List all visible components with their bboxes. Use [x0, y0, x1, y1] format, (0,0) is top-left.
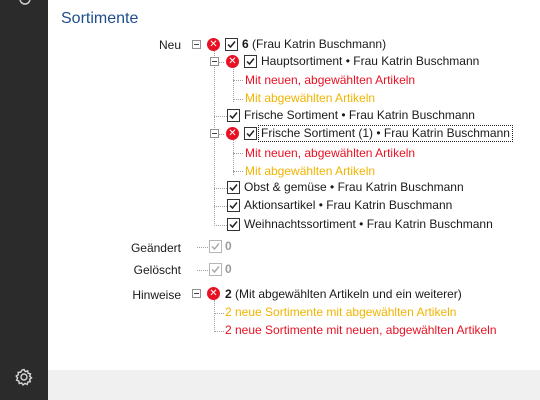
error-icon: ✕	[207, 38, 220, 51]
hinweise-count: 2	[225, 287, 232, 301]
neu-count: 6	[242, 37, 249, 51]
tree-line	[214, 300, 215, 332]
error-icon: ✕	[226, 127, 239, 140]
tree-leaf-haupt-new-deselected[interactable]: Mit neuen, abgewählten Artikeln	[245, 73, 415, 88]
collapse-icon[interactable]	[192, 40, 201, 49]
tree-leaf-hinweis-1[interactable]: 2 neue Sortimente mit abgewählten Artike…	[225, 305, 456, 320]
group-label-hinweise: Hinweise	[132, 288, 181, 302]
tree-line	[214, 116, 227, 117]
tree-line	[214, 331, 224, 332]
tree-leaf-hinweis-2[interactable]: 2 neue Sortimente mit neuen, abgewählten…	[225, 323, 497, 338]
tree-leaf-frische1-deselected[interactable]: Mit abgewählten Artikeln	[245, 164, 375, 179]
tree-line	[214, 225, 227, 226]
tree-line	[214, 50, 215, 226]
error-icon: ✕	[207, 287, 220, 300]
hinweise-summary: (Mit abgewählten Artikeln und ein weiter…	[231, 287, 462, 301]
group-label-geloescht: Gelöscht	[133, 263, 181, 277]
geloescht-count: 0	[225, 262, 232, 276]
footer-bar	[48, 370, 540, 400]
tree-line	[233, 67, 234, 102]
tree-line	[214, 188, 227, 189]
tree-line	[233, 140, 234, 175]
group-label-geaendert: Geändert	[130, 241, 181, 255]
neu-summary: (Frau Katrin Buschmann)	[248, 37, 387, 51]
tree-node-weihnachtssortiment[interactable]: Weihnachtssortiment • Frau Katrin Buschm…	[244, 217, 493, 232]
geaendert-count: 0	[225, 239, 232, 253]
tree-node-hinweise[interactable]: 2 (Mit abgewählten Artikeln und ein weit…	[225, 287, 462, 302]
tree-line	[214, 313, 224, 314]
tree-node-frische-sortiment-1[interactable]: Frische Sortiment (1) • Frau Katrin Busc…	[258, 125, 513, 142]
tree-node-obst-gemuese[interactable]: Obst & gemüse • Frau Katrin Buschmann	[244, 180, 464, 195]
checkbox-neu[interactable]	[225, 38, 238, 51]
tree-leaf-haupt-deselected[interactable]: Mit abgewählten Artikeln	[245, 91, 375, 106]
tree-line	[233, 99, 243, 100]
gear-icon[interactable]	[14, 367, 34, 387]
tree-node-aktionsartikel[interactable]: Aktionsartikel • Frau Katrin Buschmann	[244, 198, 452, 213]
checkbox-aktionsartikel[interactable]	[227, 199, 240, 212]
tree-node-hauptsortiment[interactable]: Hauptsortiment • Frau Katrin Buschmann	[261, 54, 479, 69]
tree-line	[233, 80, 243, 81]
checkbox-hauptsortiment[interactable]	[244, 55, 257, 68]
tree-line	[233, 153, 243, 154]
collapse-icon[interactable]	[210, 57, 219, 66]
error-icon: ✕	[226, 55, 239, 68]
checkbox-weihnachtssortiment[interactable]	[227, 218, 240, 231]
checkbox-geloescht	[209, 263, 222, 276]
sidebar	[0, 0, 48, 400]
tree-leaf-frische1-new-deselected[interactable]: Mit neuen, abgewählten Artikeln	[245, 146, 415, 161]
main-panel: Sortimente Neu Geändert Gelöscht Hinweis…	[48, 0, 540, 370]
group-label-neu: Neu	[158, 38, 181, 52]
checkbox-frische-sortiment-1[interactable]	[244, 127, 257, 140]
tree-line	[233, 171, 243, 172]
tree-node-frische-sortiment[interactable]: Frische Sortiment • Frau Katrin Buschman…	[244, 108, 475, 123]
checkbox-geaendert	[209, 240, 222, 253]
tree-node-neu[interactable]: 6 (Frau Katrin Buschmann)	[242, 37, 386, 52]
section-title: Sortimente	[61, 10, 139, 27]
tree-line	[214, 206, 227, 207]
sync-icon[interactable]	[18, 0, 32, 6]
collapse-icon[interactable]	[192, 289, 201, 298]
collapse-icon[interactable]	[210, 129, 219, 138]
checkbox-obst-gemuese[interactable]	[227, 181, 240, 194]
checkbox-frische-sortiment[interactable]	[227, 109, 240, 122]
